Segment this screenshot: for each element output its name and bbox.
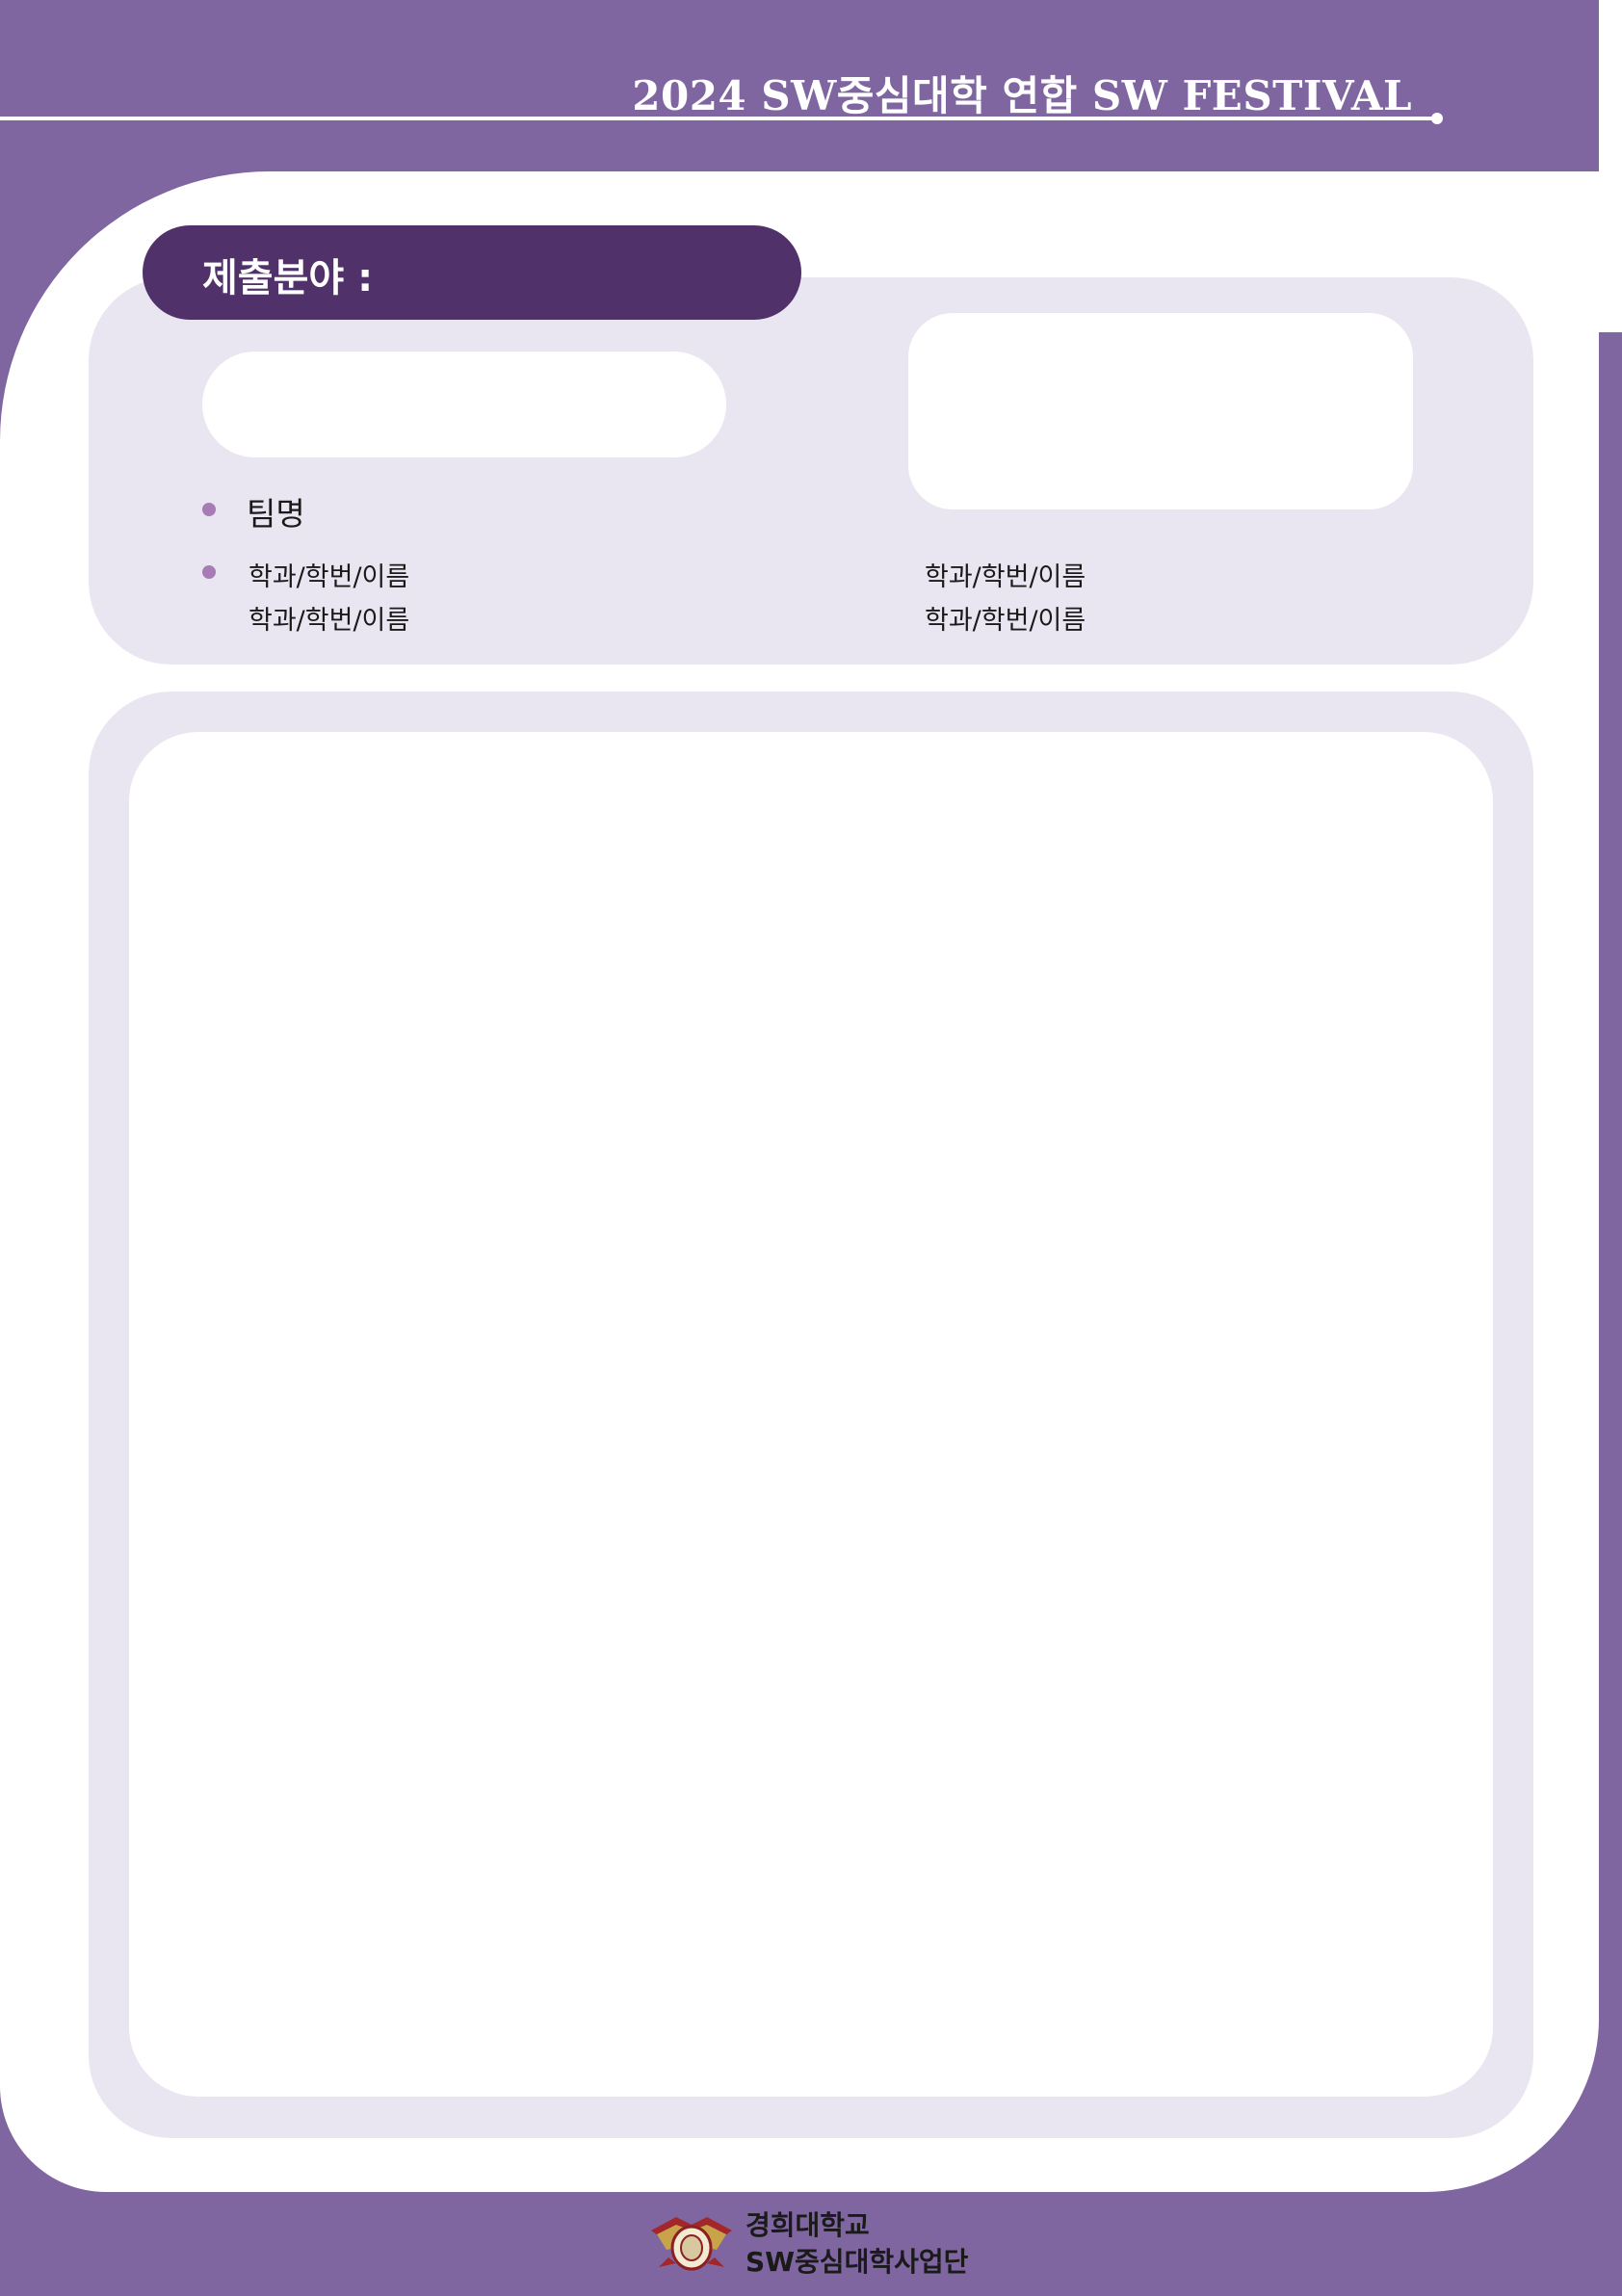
team-name-label: 팀명: [247, 495, 305, 533]
team-name-field[interactable]: [202, 352, 726, 457]
page-title: 2024 SW중심대학 연합 SW FESTIVAL: [632, 72, 1412, 119]
university-emblem-icon: [651, 2217, 732, 2271]
member-info-2: 학과/학번/이름: [249, 606, 410, 636]
footer-org-name: 경희대학교 SW중심대학사업단: [746, 2207, 968, 2281]
submission-category-label: 제출분야 :: [202, 256, 374, 300]
right-edge-strip: [1599, 332, 1622, 2296]
member-info-1: 학과/학번/이름: [249, 562, 410, 592]
members-bullet-icon: [202, 565, 216, 579]
content-area[interactable]: [129, 732, 1493, 2097]
footer-program: SW중심대학사업단: [746, 2246, 969, 2278]
team-bullet-icon: [202, 503, 216, 516]
member-info-4: 학과/학번/이름: [925, 606, 1086, 636]
team-logo-box[interactable]: [908, 313, 1413, 509]
submission-category-pill: 제출분야 :: [143, 225, 801, 320]
member-info-3: 학과/학번/이름: [925, 562, 1086, 592]
footer-university: 경희대학교: [746, 2209, 870, 2241]
header-rule-dot: [1431, 113, 1443, 124]
header-right-gap: [1599, 0, 1622, 332]
